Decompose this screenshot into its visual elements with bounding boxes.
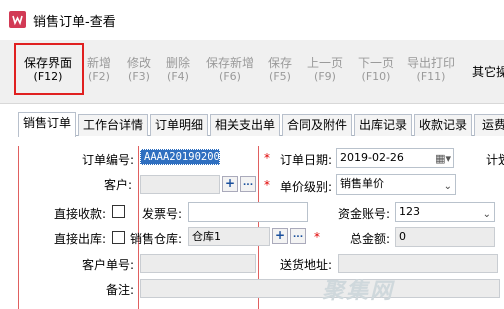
divider (138, 146, 139, 309)
add-customer-button[interactable]: + (222, 176, 238, 192)
edit-key: (F3) (128, 70, 150, 83)
account-value: 123 (399, 205, 420, 218)
customer-field[interactable] (140, 175, 220, 194)
delete-key: (F4) (167, 70, 189, 83)
other-actions-button[interactable]: 其它操 (472, 65, 504, 79)
next-page-key: (F10) (361, 70, 391, 83)
window-title: 销售订单-查看 (33, 15, 116, 30)
price-level-value: 销售单价 (340, 177, 384, 190)
warehouse-label: 销售仓库: (130, 232, 183, 246)
remark-label: 备注: (106, 283, 135, 297)
prev-page-key: (F9) (314, 70, 336, 83)
title-bar: 销售订单-查看 (0, 0, 504, 40)
tab-contract-attachment[interactable]: 合同及附件 (282, 114, 352, 136)
tab-sales-order[interactable]: 销售订单 (18, 112, 76, 137)
calendar-icon[interactable]: ▦▾ (435, 150, 451, 167)
ellipsis-icon: ... (242, 178, 254, 188)
warehouse-field[interactable]: 仓库1 (188, 227, 270, 246)
prev-page-button[interactable]: 上一页 (F9) (307, 56, 343, 84)
customer-order-label: 客户单号: (82, 258, 135, 272)
plan-label-cut: 计划 (486, 153, 504, 167)
save-key: (F5) (269, 70, 291, 83)
watermark: 聚集网 (322, 279, 395, 304)
next-page-button[interactable]: 下一页 (F10) (358, 56, 394, 84)
save-new-label: 保存新增 (206, 56, 255, 70)
account-label: 资金账号: (338, 207, 391, 221)
delete-button[interactable]: 删除 (F4) (166, 56, 190, 84)
plus-icon: + (274, 228, 286, 242)
delivery-address-field[interactable] (338, 254, 498, 273)
new-label: 新增 (87, 56, 112, 70)
app-icon (9, 11, 26, 28)
tab-order-detail[interactable]: 订单明细 (150, 114, 208, 136)
order-no-field[interactable]: AAAA201902001 (140, 149, 220, 165)
delete-label: 删除 (166, 56, 191, 70)
direct-receipt-label: 直接收款: (54, 207, 107, 221)
customer-lookup-button[interactable]: ... (240, 176, 256, 192)
warehouse-value: 仓库1 (192, 230, 221, 243)
customer-label: 客户: (104, 178, 133, 192)
ellipsis-icon: ... (292, 230, 304, 240)
highlight-box (14, 43, 84, 95)
save-new-button[interactable]: 保存新增 (F6) (206, 56, 254, 84)
new-key: (F2) (88, 70, 110, 83)
total-label: 总金额: (350, 232, 391, 246)
add-warehouse-button[interactable]: + (272, 228, 288, 244)
price-level-label: 单价级别: (280, 180, 333, 194)
chevron-down-icon: ⌄ (443, 181, 452, 192)
direct-out-checkbox[interactable] (112, 231, 125, 244)
divider (18, 146, 19, 309)
export-print-button[interactable]: 导出打印 (F11) (407, 56, 455, 84)
remark-field[interactable] (140, 279, 500, 298)
export-print-key: (F11) (416, 70, 446, 83)
other-actions-label: 其它操 (472, 65, 504, 79)
customer-order-field[interactable] (140, 254, 256, 273)
edit-label: 修改 (127, 56, 152, 70)
tab-outbound-record[interactable]: 出库记录 (354, 114, 412, 136)
direct-receipt-checkbox[interactable] (112, 205, 125, 218)
invoice-no-field[interactable] (188, 202, 308, 222)
total-value: 0 (399, 230, 406, 243)
save-new-key: (F6) (219, 70, 241, 83)
tab-related-expense[interactable]: 相关支出单 (210, 114, 280, 136)
order-date-label: 订单日期: (280, 153, 333, 167)
order-form: 订单编号: AAAA201902001 * 订单日期: 2019-02-26 ▦… (18, 146, 504, 309)
new-button[interactable]: 新增 (F2) (87, 56, 111, 84)
order-date-value: 2019-02-26 (340, 151, 404, 164)
invoice-no-label: 发票号: (142, 207, 183, 221)
tab-workbench-detail[interactable]: 工作台详情 (78, 114, 148, 136)
order-no-label: 订单编号: (82, 153, 135, 167)
save-button[interactable]: 保存 (F5) (268, 56, 292, 84)
tab-freight[interactable]: 运费 (474, 114, 504, 136)
total-field: 0 (395, 227, 495, 247)
prev-page-label: 上一页 (307, 56, 344, 70)
edit-button[interactable]: 修改 (F3) (127, 56, 151, 84)
save-label: 保存 (268, 56, 293, 70)
required-mark: * (314, 230, 320, 244)
account-select[interactable]: 123 ⌄ (395, 202, 495, 222)
next-page-label: 下一页 (358, 56, 395, 70)
direct-out-label: 直接出库: (54, 232, 107, 246)
price-level-select[interactable]: 销售单价 ⌄ (336, 174, 456, 195)
warehouse-lookup-button[interactable]: ... (290, 228, 306, 244)
tab-bar: 销售订单 工作台详情 订单明细 相关支出单 合同及附件 出库记录 收款记录 运费 (18, 112, 504, 137)
required-mark: * (264, 178, 270, 192)
chevron-down-icon: ⌄ (482, 209, 491, 220)
delivery-address-label: 送货地址: (280, 258, 333, 272)
required-mark: * (264, 151, 270, 165)
plus-icon: + (224, 176, 236, 190)
tab-payment-record[interactable]: 收款记录 (414, 114, 472, 136)
order-date-field[interactable]: 2019-02-26 ▦▾ (336, 148, 454, 168)
export-print-label: 导出打印 (407, 56, 456, 70)
